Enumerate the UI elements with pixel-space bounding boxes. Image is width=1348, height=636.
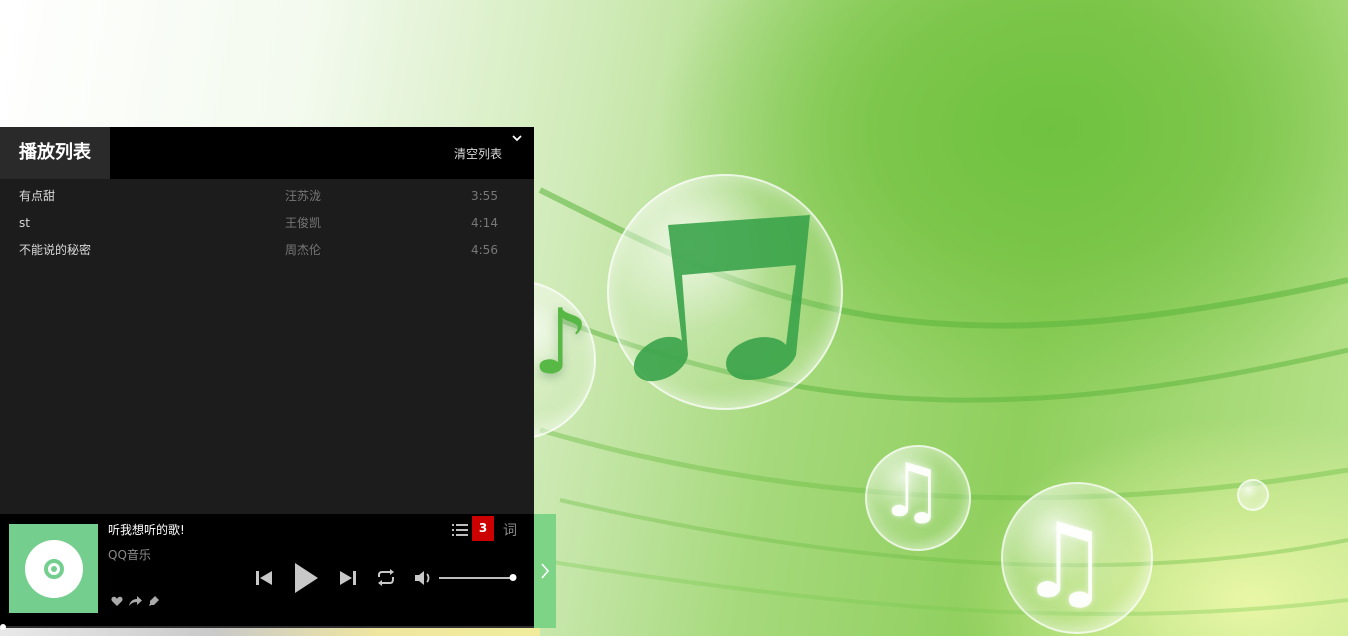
playlist-list: 有点甜 汪苏泷 3:55 st 王俊凯 4:14 不能说的秘密 周杰伦 4:56 (0, 179, 534, 266)
bubble-small (865, 445, 971, 551)
now-playing-title: 听我想听的歌! (108, 523, 185, 537)
play-icon[interactable] (290, 560, 322, 596)
chevron-right-icon (541, 563, 550, 579)
playlist-row[interactable]: 有点甜 汪苏泷 3:55 (0, 185, 534, 212)
next-icon[interactable] (338, 568, 358, 588)
song-duration: 4:56 (471, 243, 498, 257)
volume-slider[interactable] (439, 574, 517, 581)
bubble-large (607, 174, 843, 410)
expand-player-tab[interactable] (534, 514, 556, 628)
playlist-count-badge[interactable]: 3 (472, 516, 494, 541)
now-playing-artist: QQ音乐 (108, 548, 151, 562)
album-cover[interactable] (9, 524, 98, 613)
song-actions (110, 594, 160, 608)
playlist-title: 播放列表 (0, 127, 110, 179)
playlist-panel: 播放列表 清空列表 有点甜 汪苏泷 3:55 st 王俊凯 4:14 不能说的秘… (0, 127, 534, 514)
share-icon[interactable] (128, 594, 142, 608)
playlist-row[interactable]: st 王俊凯 4:14 (0, 212, 534, 239)
loop-icon[interactable] (374, 568, 398, 588)
disc-icon (24, 539, 83, 598)
bubble-medium (1001, 482, 1153, 634)
playlist-row[interactable]: 不能说的秘密 周杰伦 4:56 (0, 239, 534, 266)
song-artist: 周杰伦 (285, 243, 322, 257)
download-icon[interactable] (146, 594, 160, 608)
bubble-tiny (1237, 479, 1269, 511)
clear-playlist-button[interactable]: 清空列表 (454, 145, 502, 162)
playlist-header: 播放列表 清空列表 (0, 127, 534, 179)
progress-indicator[interactable] (0, 624, 6, 630)
song-title: 有点甜 (19, 189, 56, 203)
page-bottom-strip (0, 628, 540, 636)
heart-icon[interactable] (110, 594, 124, 608)
song-title: 不能说的秘密 (19, 243, 92, 257)
song-artist: 汪苏泷 (285, 189, 322, 203)
song-duration: 3:55 (471, 189, 498, 203)
playlist-icon[interactable] (451, 522, 469, 538)
music-note-icon (633, 215, 810, 382)
song-title: st (19, 216, 30, 230)
music-note-left-icon: ♪ (532, 290, 590, 395)
player-bar: 听我想听的歌! QQ音乐 3 词 (0, 514, 534, 626)
song-duration: 4:14 (471, 216, 498, 230)
lyric-button[interactable]: 词 (503, 520, 517, 540)
music-note-medium-icon: ♫ (1018, 500, 1112, 622)
song-artist: 王俊凯 (285, 216, 322, 230)
chevron-down-icon[interactable] (511, 132, 523, 144)
volume-knob[interactable] (509, 574, 517, 581)
prev-icon[interactable] (254, 568, 274, 588)
music-note-small-icon: ♫ (878, 448, 945, 534)
volume-icon[interactable] (413, 568, 435, 588)
